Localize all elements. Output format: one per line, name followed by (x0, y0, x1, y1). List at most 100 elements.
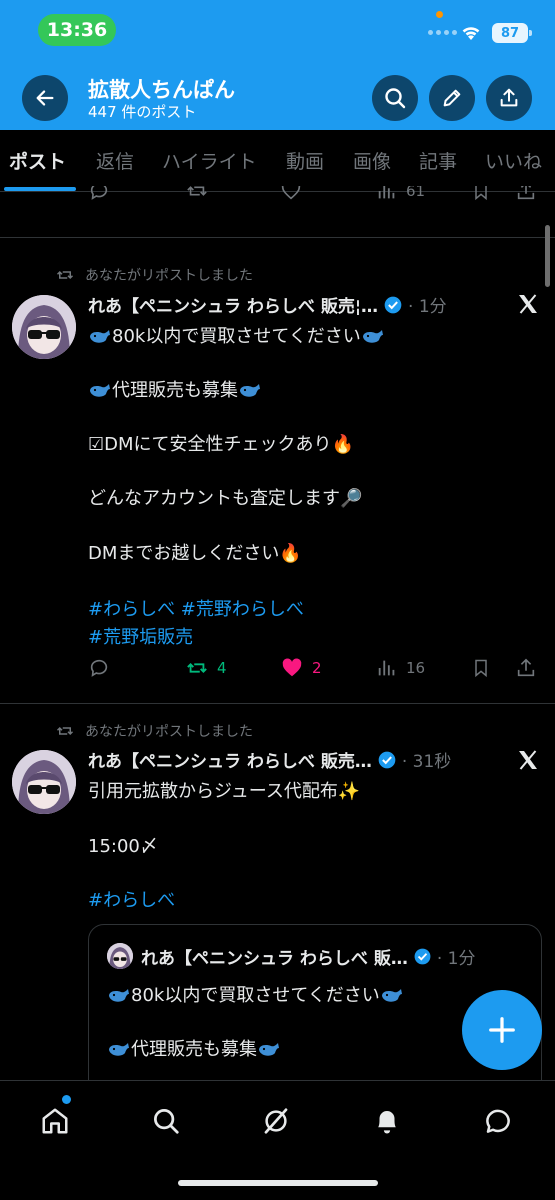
battery-level: 87 (500, 25, 520, 41)
bookmark-icon (475, 659, 487, 678)
repost-icon (187, 663, 207, 673)
avatar[interactable] (12, 750, 76, 814)
whale-emoji-icon (90, 384, 110, 397)
author-name[interactable]: れあ【ペニンシュラ わらしべ 販売¦… (88, 292, 378, 317)
post-text-line: 80k以内で買取させてください (88, 322, 385, 348)
reply-icon (90, 186, 108, 200)
post-text-line: 代理販売も募集 (88, 376, 262, 402)
views-button[interactable]: 16 (376, 657, 425, 679)
repost-count: 4 (217, 659, 227, 677)
share-icon (517, 658, 535, 677)
views-button[interactable]: 61 (376, 186, 425, 202)
post-time: · 1分 (408, 297, 447, 317)
repost-indicator: あなたがリポストしました (55, 721, 253, 741)
home-notification-dot (62, 1095, 71, 1104)
bookmark-button[interactable] (471, 186, 491, 202)
bar-chart-icon (378, 660, 395, 676)
nav-home[interactable] (35, 1101, 75, 1141)
active-tab-indicator (4, 187, 76, 191)
edit-button[interactable] (429, 75, 475, 121)
repost-label: あなたがリポストしました (85, 724, 253, 740)
repost-icon (56, 726, 74, 736)
share-icon (500, 88, 518, 107)
post-count: 447 件のポスト (88, 103, 197, 121)
cellular-signal-icon (428, 30, 457, 35)
tab-articles[interactable]: 記事 (419, 147, 457, 174)
quote-time: · 1分 (436, 949, 476, 969)
post-line-1: 80k以内で買取させてください (112, 326, 361, 347)
quote-author-name: れあ【ペニンシュラ わらしべ 販… (141, 949, 408, 969)
scrollbar[interactable] (545, 225, 550, 287)
post-line-2: 15:00〆 (88, 836, 158, 857)
tab-replies[interactable]: 返信 (96, 147, 134, 174)
message-icon (486, 1109, 510, 1133)
x-logo-icon (519, 750, 537, 770)
nav-search[interactable] (146, 1101, 186, 1141)
nav-notifications[interactable] (367, 1101, 407, 1141)
search-icon (385, 88, 406, 109)
prev-post-actions: 61 (88, 186, 540, 208)
nav-grok[interactable] (256, 1101, 296, 1141)
share-icon (517, 186, 535, 200)
reply-button[interactable] (88, 186, 110, 202)
profile-title: 拡散人ちんぱん (88, 78, 235, 102)
repost-button[interactable] (185, 186, 209, 202)
avatar-image (12, 750, 76, 814)
tab-likes[interactable]: いいね (485, 147, 542, 174)
heart-filled-icon (282, 658, 302, 677)
views-count: 16 (406, 659, 426, 677)
whale-emoji-icon (259, 1043, 279, 1056)
bookmark-button[interactable] (471, 657, 491, 679)
bell-icon (378, 1111, 396, 1134)
avatar-image (12, 295, 76, 359)
repost-icon (56, 270, 74, 280)
whale-emoji-icon (362, 330, 383, 343)
profile-tabs: ポスト 返信 ハイライト 動画 画像 記事 いいね (0, 130, 555, 192)
heart-icon (281, 186, 301, 200)
post-share-button[interactable] (515, 657, 537, 679)
like-count: 2 (312, 659, 322, 677)
quote-author-row: れあ【ペニンシュラ わらしべ 販… · 1分 (141, 944, 475, 969)
post-share-button[interactable] (515, 186, 537, 202)
nav-messages[interactable] (478, 1101, 518, 1141)
tab-highlights[interactable]: ハイライト (162, 147, 257, 174)
bar-chart-icon (378, 186, 395, 199)
quote-avatar (107, 943, 133, 969)
share-button[interactable] (486, 75, 532, 121)
arrow-left-icon (36, 90, 54, 106)
plus-icon (489, 1017, 515, 1043)
repost-indicator: あなたがリポストしました (55, 265, 253, 285)
post-author-row: れあ【ペニンシュラ わらしべ 販売¦… · 1分 (88, 292, 447, 317)
hashtag-line[interactable]: #荒野垢販売 (88, 623, 193, 649)
back-button[interactable] (22, 75, 68, 121)
post-line-3: ☑DMにて安全性チェックあり🔥 (88, 434, 354, 455)
reply-button[interactable] (88, 657, 110, 679)
wifi-icon (462, 27, 480, 40)
home-indicator (178, 1180, 378, 1186)
hashtag-line[interactable]: #わらしべ #荒野わらしべ (88, 595, 304, 621)
author-name[interactable]: れあ【ペニンシュラ わらしべ 販売… (88, 747, 372, 772)
verified-badge-icon (378, 751, 396, 768)
home-icon (42, 1108, 68, 1134)
search-icon (154, 1109, 179, 1134)
x-logo-icon (519, 294, 537, 314)
views-count: 61 (406, 186, 426, 200)
compose-post-button[interactable] (462, 990, 542, 1070)
tab-videos[interactable]: 動画 (286, 147, 324, 174)
like-button[interactable] (280, 186, 302, 202)
post-time: · 31秒 (401, 752, 452, 772)
header-bar: 13:36 87 拡散人ちんぱん 447 件のポスト (0, 0, 555, 130)
whale-emoji-icon (109, 989, 129, 1002)
like-button[interactable]: 2 (280, 657, 322, 679)
divider (0, 703, 555, 704)
avatar[interactable] (12, 295, 76, 359)
post-actions: 4 2 16 (88, 657, 540, 687)
search-button[interactable] (372, 75, 418, 121)
quote-line-2: 代理販売も募集 (131, 1039, 257, 1060)
quote-text-line: 代理販売も募集 (107, 1035, 281, 1061)
repost-button[interactable]: 4 (185, 657, 227, 679)
tab-posts[interactable]: ポスト (9, 147, 66, 174)
tab-images[interactable]: 画像 (353, 147, 391, 174)
hashtag-line[interactable]: #わらしべ (88, 886, 175, 912)
verified-badge-icon (414, 948, 431, 965)
